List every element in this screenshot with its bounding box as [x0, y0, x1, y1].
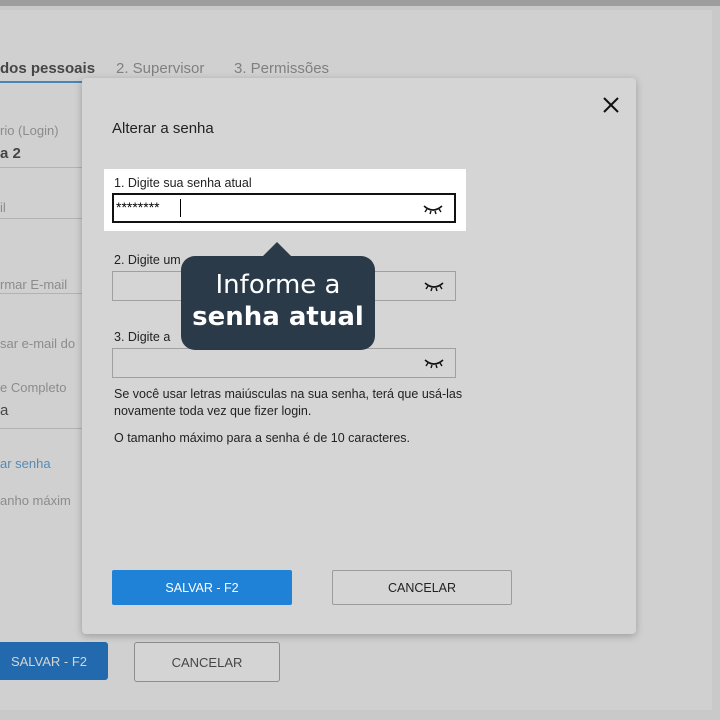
tooltip-line-1: Informe a [215, 270, 341, 300]
save-button[interactable]: SALVAR - F2 [112, 570, 292, 605]
current-password-input[interactable]: ******** [112, 193, 456, 223]
close-icon[interactable] [600, 94, 622, 116]
cancel-button[interactable]: CANCELAR [332, 570, 512, 605]
tooltip-line-2: senha atual [192, 302, 364, 332]
change-password-dialog: Alterar a senha 1. Digite sua senha atua… [82, 78, 636, 634]
max-length-info-text: O tamanho máximo para a senha é de 10 ca… [114, 431, 410, 445]
eye-closed-icon[interactable] [423, 280, 445, 292]
new-password-label: 2. Digite um [114, 253, 181, 267]
current-password-value: ******** [116, 199, 160, 215]
confirm-password-input[interactable] [112, 348, 456, 378]
text-caret [180, 199, 181, 217]
eye-closed-icon[interactable] [423, 357, 445, 369]
dialog-title: Alterar a senha [112, 120, 214, 137]
confirm-password-label: 3. Digite a [114, 330, 171, 344]
hint-tooltip: Informe a senha atual [181, 256, 375, 350]
uppercase-info-text: Se você usar letras maiúsculas na sua se… [114, 387, 463, 418]
current-password-label: 1. Digite sua senha atual [114, 176, 252, 190]
eye-closed-icon[interactable] [422, 203, 444, 215]
